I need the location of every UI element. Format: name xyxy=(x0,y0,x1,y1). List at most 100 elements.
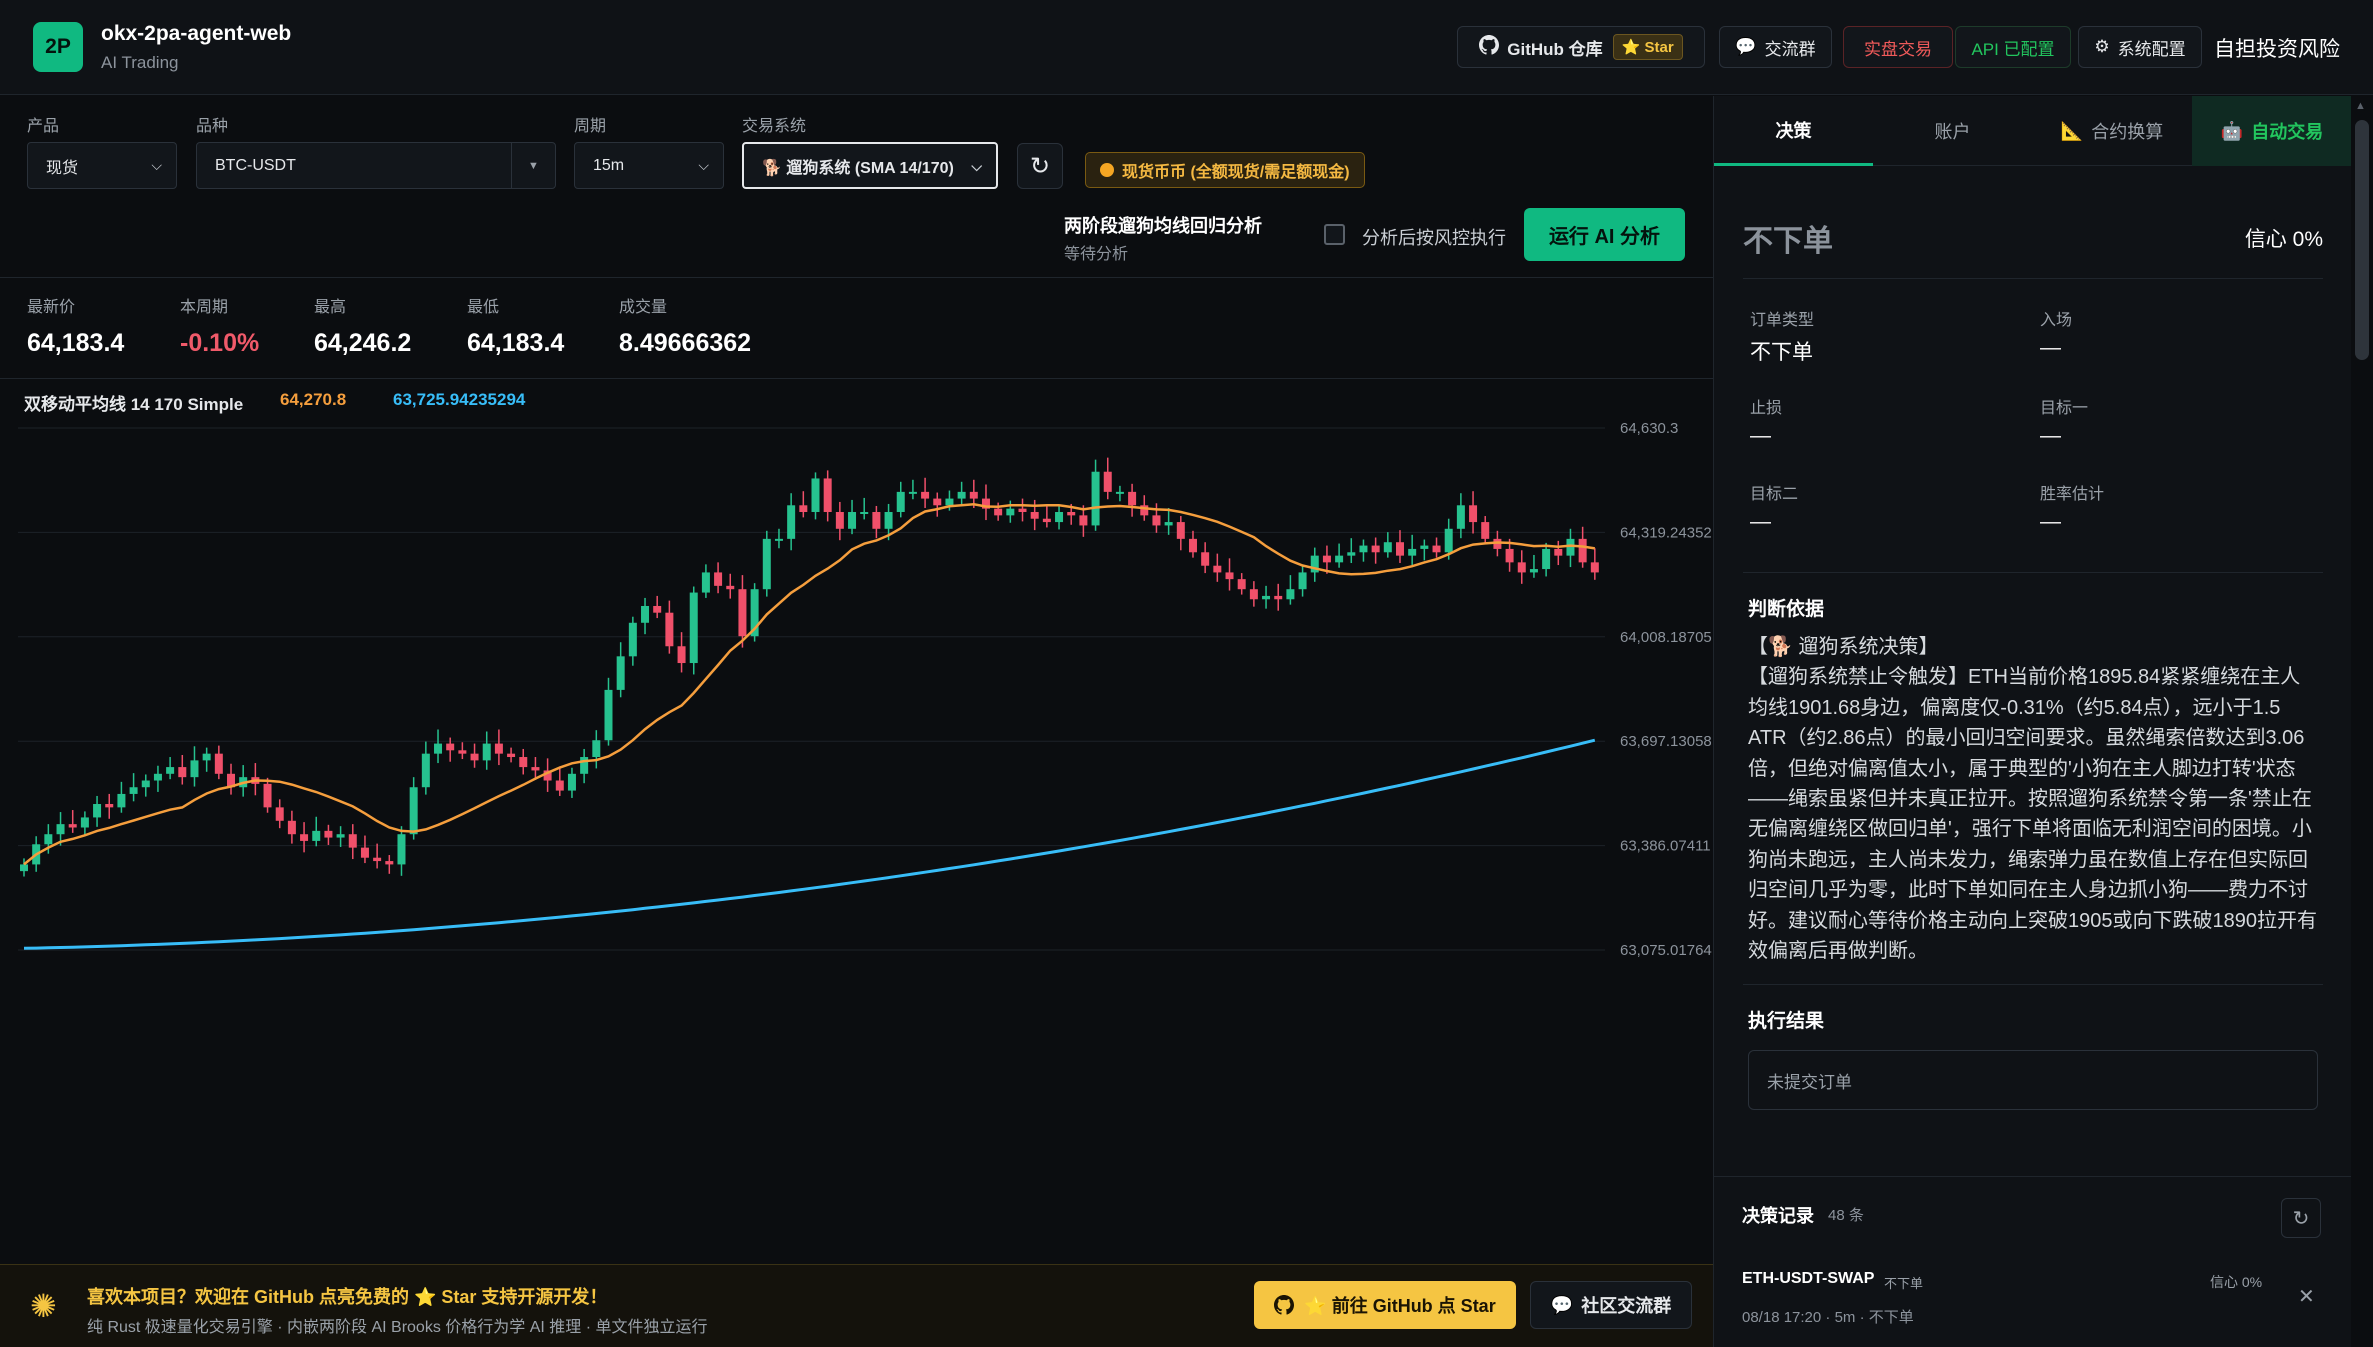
candle-body xyxy=(872,512,881,529)
stop-loss-value: — xyxy=(1750,424,1771,447)
order-type-label: 订单类型 xyxy=(1750,312,1815,329)
candle-body xyxy=(1371,545,1380,553)
settings-button[interactable]: ⚙ 系统配置 xyxy=(2078,26,2202,68)
candle-body xyxy=(1115,491,1124,494)
banner-subtitle: 纯 Rust 极速量化交易引擎 · 内嵌两阶段 AI Brooks 价格行为学 … xyxy=(87,1319,708,1336)
candle-body xyxy=(1383,542,1392,553)
candle-body xyxy=(921,491,930,499)
goto-github-button[interactable]: ⭐ 前往 GitHub 点 Star xyxy=(1254,1281,1516,1329)
run-ai-analysis-button[interactable]: 运行 AI 分析 xyxy=(1524,208,1685,261)
volume-value: 8.49666362 xyxy=(619,329,752,357)
candle-body xyxy=(1395,542,1404,556)
candle-body xyxy=(1055,512,1064,523)
candle-body xyxy=(409,787,418,835)
candle-body xyxy=(1566,538,1575,556)
tab-contract-convert[interactable]: 📐 合约换算 xyxy=(2032,96,2192,166)
candle-body xyxy=(969,491,978,499)
confidence-value: 信心 0% xyxy=(2244,228,2323,251)
candle-body xyxy=(470,753,479,761)
target-one-label: 目标一 xyxy=(2040,400,2089,417)
symbol-combobox[interactable]: BTC-USDT ▼ xyxy=(196,142,556,189)
tab-auto-trade[interactable]: 🤖 自动交易 xyxy=(2192,96,2352,166)
candle-body xyxy=(848,512,857,529)
candle-body xyxy=(1262,595,1271,600)
scrollbar-thumb[interactable] xyxy=(2355,120,2369,360)
record-confidence: 信心 0% xyxy=(2210,1274,2263,1290)
trading-system-select[interactable]: 🐕 遛狗系统 (SMA 14/170) ⌵ xyxy=(742,142,998,189)
candle-body xyxy=(1420,545,1429,549)
entry-value: — xyxy=(2040,336,2061,359)
candle-body xyxy=(56,824,65,835)
candle-body xyxy=(1469,505,1478,523)
candle-body xyxy=(1335,555,1344,563)
candle-body xyxy=(373,857,382,862)
candle-body xyxy=(1578,538,1587,563)
candle-body xyxy=(1213,565,1222,573)
star-label: Star xyxy=(1644,39,1674,56)
risk-exec-checkbox[interactable] xyxy=(1324,224,1345,245)
refresh-icon: ↻ xyxy=(2292,1207,2310,1230)
candle-body xyxy=(811,478,820,513)
scroll-up-arrow[interactable]: ▲ xyxy=(2355,100,2366,112)
star-badge[interactable]: ⭐ Star xyxy=(1612,34,1683,60)
candle-body xyxy=(1128,491,1137,506)
candle-body xyxy=(628,622,637,657)
risk-notice: 自担投资风险 xyxy=(2214,38,2340,61)
decision-panel: 决策 账户 📐 合约换算 🤖 自动交易 不下单 信心 0% 订单类型 不下单 入… xyxy=(1713,96,2352,1347)
candle-body xyxy=(1322,555,1331,563)
candle-body xyxy=(141,780,150,788)
y-tick-label: 63,386.07411 xyxy=(1620,838,1711,855)
chat-group-button[interactable]: 💬 交流群 xyxy=(1719,26,1832,68)
candle-body xyxy=(1006,508,1015,516)
candle-body xyxy=(1201,552,1210,566)
banner-title: 喜欢本项目？欢迎在 GitHub 点亮免费的 ⭐ Star 支持开源开发！ xyxy=(87,1287,608,1307)
candle-body xyxy=(1286,589,1295,600)
candle-body xyxy=(214,753,223,774)
period-change-value: -0.10% xyxy=(180,329,260,357)
candle-body xyxy=(1481,522,1490,539)
close-icon[interactable]: ✕ xyxy=(2298,1284,2315,1309)
candle-body xyxy=(738,589,747,637)
risk-exec-label: 分析后按风控执行 xyxy=(1362,228,1506,248)
candle-body xyxy=(1225,572,1234,580)
tab-account[interactable]: 账户 xyxy=(1873,96,2032,166)
candlestick-chart[interactable]: 64,630.3 64,319.24352 64,008.18705 63,697.1… xyxy=(0,420,1713,1264)
refresh-button[interactable]: ↻ xyxy=(1017,143,1063,189)
divider xyxy=(1743,278,2323,279)
y-tick-label: 63,697.13058 xyxy=(1620,733,1712,750)
api-status-button[interactable]: API 已配置 xyxy=(1955,26,2071,68)
github-repo-button[interactable]: GitHub 仓库 ⭐ Star xyxy=(1457,26,1705,68)
history-refresh-button[interactable]: ↻ xyxy=(2281,1198,2321,1238)
y-tick-label: 64,319.24352 xyxy=(1620,524,1712,541)
candle-body xyxy=(434,743,443,754)
period-select[interactable]: 15m ⌵ xyxy=(574,142,724,189)
community-label: 社区交流群 xyxy=(1581,1296,1672,1316)
high-label: 最高 xyxy=(314,299,347,316)
community-button[interactable]: 💬 社区交流群 xyxy=(1530,1281,1692,1329)
record-symbol[interactable]: ETH-USDT-SWAP xyxy=(1742,1270,1874,1288)
candle-body xyxy=(68,824,77,828)
candle-body xyxy=(300,834,309,841)
high-value: 64,246.2 xyxy=(314,329,412,357)
candle-body xyxy=(44,834,53,845)
candle-body xyxy=(641,605,650,623)
tab-decision[interactable]: 决策 xyxy=(1714,96,1873,166)
chat-icon: 💬 xyxy=(1550,1294,1574,1315)
candle-body xyxy=(762,538,771,590)
candle-body xyxy=(1347,552,1356,556)
product-select[interactable]: 现货 ⌵ xyxy=(27,142,177,189)
y-tick-label: 64,008.18705 xyxy=(1620,629,1712,646)
live-trading-button[interactable]: 实盘交易 xyxy=(1843,26,1953,68)
candle-body xyxy=(714,572,723,586)
chevron-down-icon: ⌵ xyxy=(971,158,982,174)
caret-down-icon[interactable]: ▼ xyxy=(511,143,555,188)
candle-body xyxy=(1517,562,1526,573)
candle-body xyxy=(884,512,893,529)
divider xyxy=(1743,984,2323,985)
candle-body xyxy=(178,767,187,778)
win-rate-value: — xyxy=(2040,510,2061,533)
win-rate-label: 胜率估计 xyxy=(2040,486,2105,503)
symbol-value: BTC-USDT xyxy=(215,156,296,174)
github-icon xyxy=(1274,1295,1295,1315)
candle-body xyxy=(1164,522,1173,526)
